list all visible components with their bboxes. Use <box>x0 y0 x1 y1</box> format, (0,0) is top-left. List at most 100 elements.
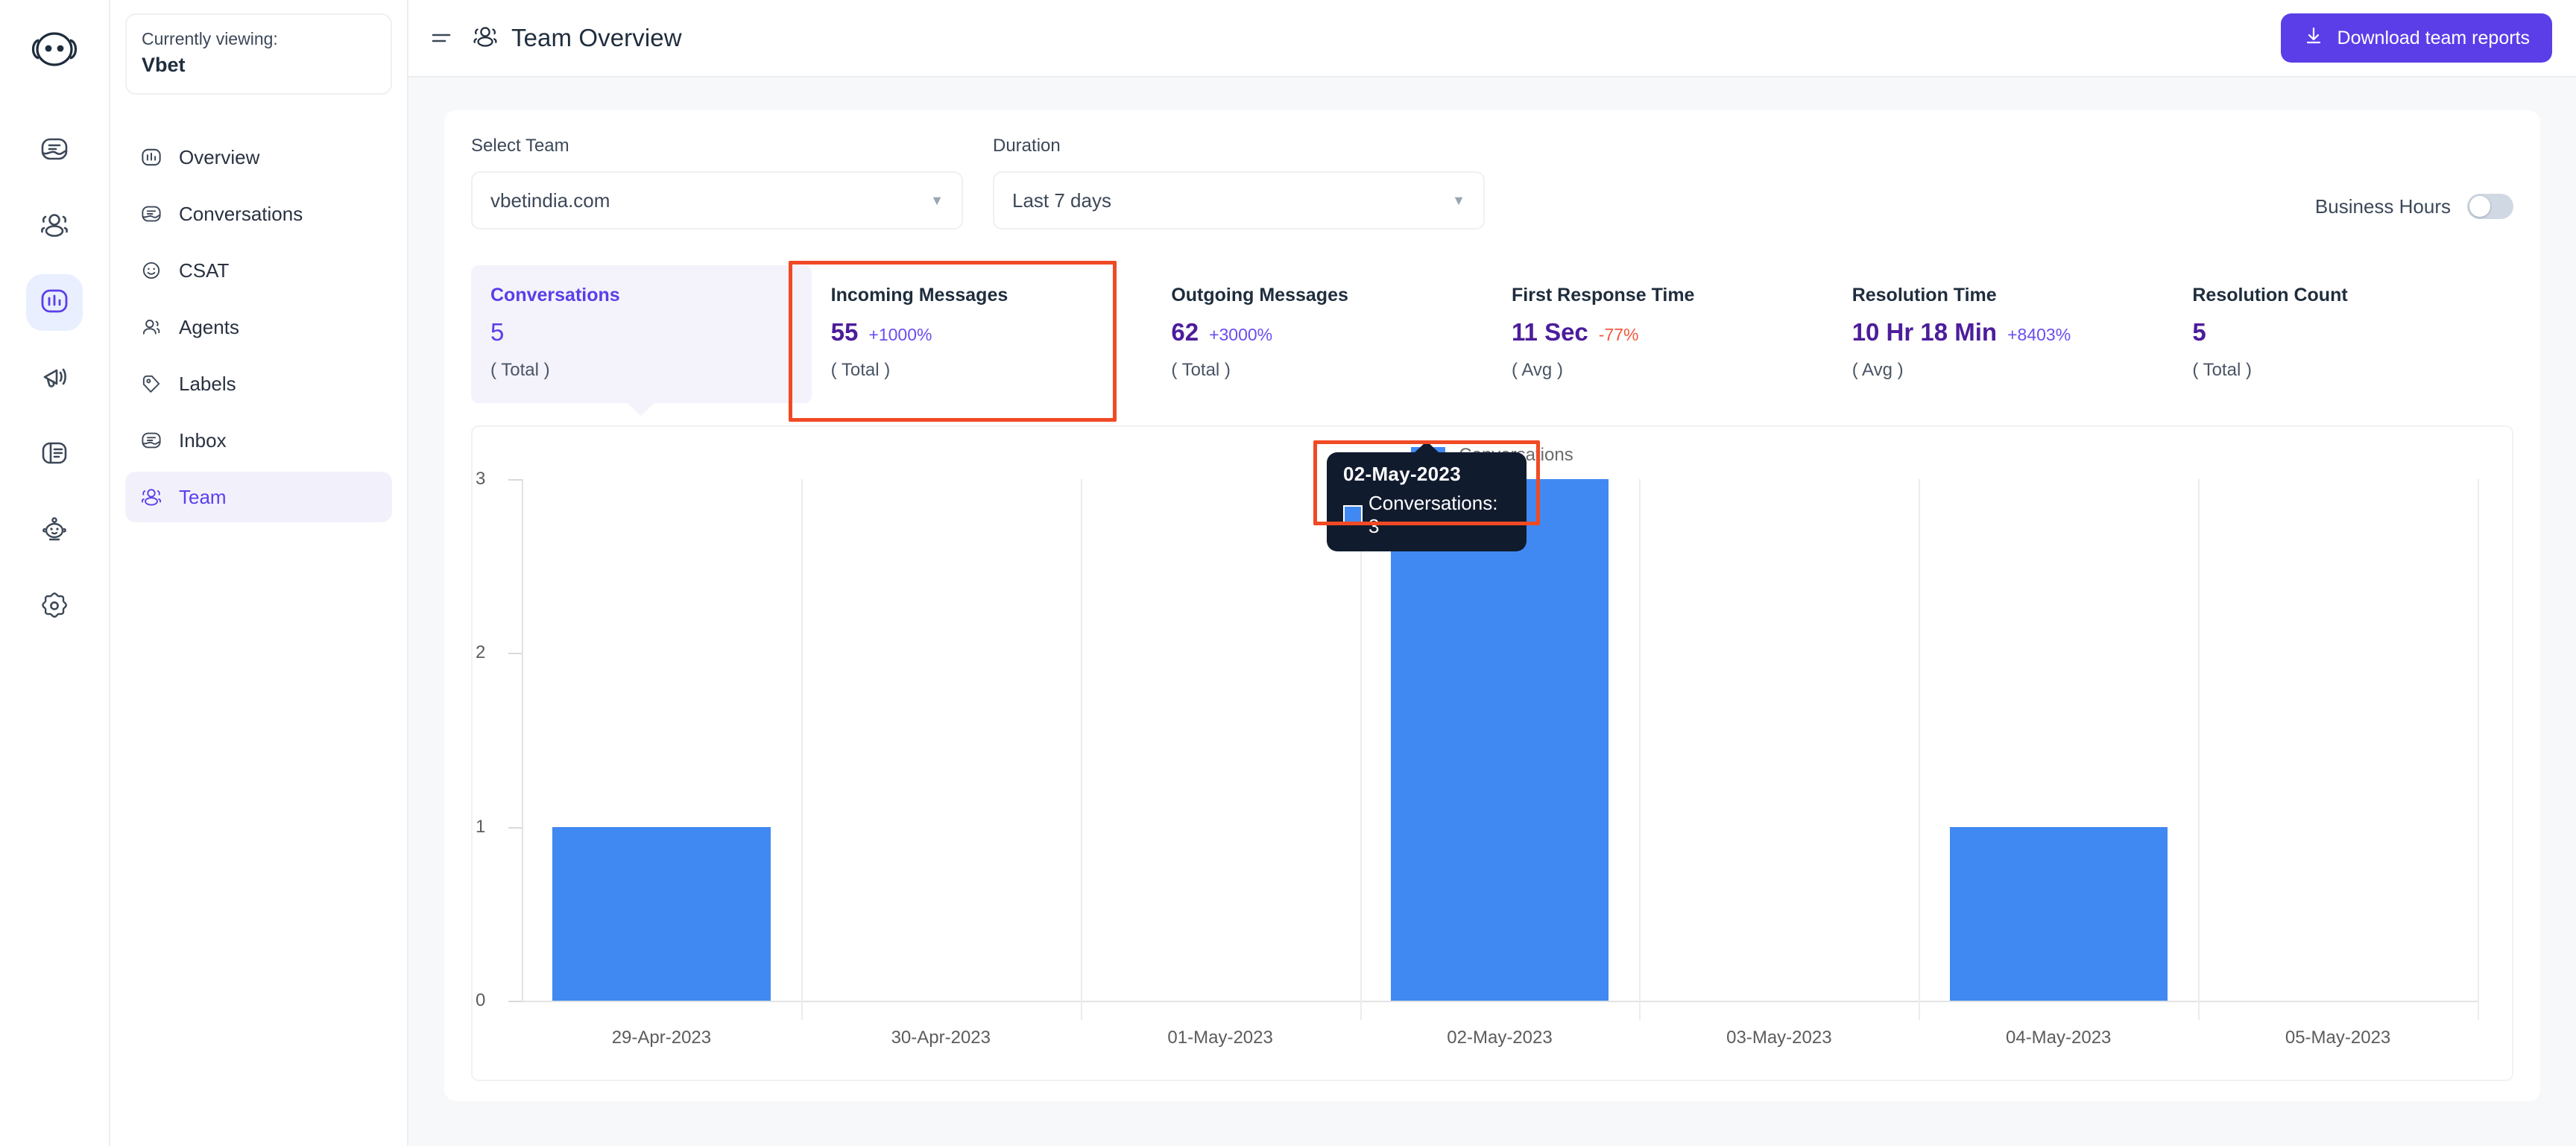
chart-x-label: 03-May-2023 <box>1726 1028 1832 1048</box>
people-group-icon <box>471 22 499 54</box>
download-icon <box>2303 25 2324 51</box>
chart-y-tick <box>508 826 522 829</box>
chart-y-tick <box>508 653 522 655</box>
chart-y-label: 0 <box>476 990 486 1010</box>
duration-group: Duration Last 7 days ▼ <box>993 136 1485 229</box>
metric-value: 62 <box>1171 318 1199 346</box>
chart-gridline <box>2198 479 2200 1020</box>
chart-x-label: 29-Apr-2023 <box>611 1028 712 1048</box>
rail-item-reports[interactable] <box>26 274 83 331</box>
duration-dropdown[interactable]: Last 7 days ▼ <box>993 171 1485 229</box>
chart-y-tick <box>508 1001 522 1002</box>
chart-bar[interactable] <box>1949 826 2168 1001</box>
select-team-label: Select Team <box>471 136 569 156</box>
metric-value: 11 Sec <box>1512 318 1588 346</box>
download-team-reports-button[interactable]: Download team reports <box>2280 13 2552 63</box>
selected-metric-pointer <box>627 402 656 416</box>
sidebar-item-csat[interactable]: CSAT <box>125 245 392 296</box>
sidebar-item-label: CSAT <box>179 259 230 282</box>
chart-x-label: 02-May-2023 <box>1447 1028 1553 1048</box>
metric-card-incoming-messages[interactable]: Incoming Messages 55 +1000% ( Total ) <box>812 265 1152 403</box>
chart-gridline <box>1080 479 1082 1020</box>
chart-bar[interactable] <box>552 826 771 1001</box>
top-bar: Team Overview Download team reports <box>408 0 2576 77</box>
metric-delta: -77% <box>1598 325 1639 344</box>
tooltip-series-label: Conversations: 3 <box>1368 492 1498 537</box>
metric-title: Conversations <box>490 285 620 306</box>
tooltip-title: 02-May-2023 <box>1343 463 1461 485</box>
metric-card-first-response-time[interactable]: First Response Time 11 Sec -77% ( Avg ) <box>1492 265 1833 403</box>
metric-card-outgoing-messages[interactable]: Outgoing Messages 62 +3000% ( Total ) <box>1152 265 1492 403</box>
metric-delta: +8403% <box>2007 325 2071 344</box>
chart-gridline <box>801 479 803 1020</box>
bar-chart-icon <box>139 145 164 170</box>
metric-title: Resolution Count <box>2192 285 2348 306</box>
metric-card-resolution-count[interactable]: Resolution Count 5 ( Total ) <box>2173 265 2513 403</box>
app-root: Currently viewing: Vbet Overview Convers… <box>0 0 2576 1146</box>
metric-subtitle: ( Total ) <box>830 360 891 380</box>
rail-item-campaigns[interactable] <box>26 350 83 407</box>
chart-y-label: 1 <box>476 816 486 837</box>
metric-subtitle: ( Avg ) <box>1852 360 1904 380</box>
chart-y-label: 2 <box>476 642 486 663</box>
metric-card-conversations[interactable]: Conversations 5 ( Total ) <box>471 265 812 416</box>
metric-subtitle: ( Total ) <box>2192 360 2252 380</box>
business-hours-toggle[interactable] <box>2467 194 2513 219</box>
chart-y-axis <box>522 479 523 1001</box>
chevron-down-icon: ▼ <box>1452 192 1465 208</box>
sidebar-item-team[interactable]: Team <box>125 472 392 523</box>
select-team-value: vbetindia.com <box>490 189 610 212</box>
reports-sidebar: Currently viewing: Vbet Overview Convers… <box>110 0 408 1146</box>
megaphone-icon <box>38 361 71 397</box>
metric-subtitle: ( Total ) <box>490 360 550 380</box>
sidebar-item-label: Labels <box>179 372 236 395</box>
metrics-row: Conversations 5 ( Total ) Incoming Messa… <box>444 261 2540 422</box>
metric-value-row: 5 <box>2192 318 2494 346</box>
chart-gridline <box>1919 479 1921 1020</box>
sidebar-item-overview[interactable]: Overview <box>125 132 392 183</box>
metric-title: Resolution Time <box>1852 285 1997 306</box>
sidebar-item-conversations[interactable]: Conversations <box>125 189 392 239</box>
duration-value: Last 7 days <box>1012 189 1111 212</box>
chart-x-axis <box>522 1001 2478 1002</box>
metric-card-resolution-time[interactable]: Resolution Time 10 Hr 18 Min +8403% ( Av… <box>1833 265 2174 403</box>
sidebar-item-labels[interactable]: Labels <box>125 358 392 409</box>
tooltip-series-row: Conversations: 3 <box>1343 492 1510 538</box>
hamburger-icon[interactable] <box>429 25 456 51</box>
chart-bar[interactable] <box>1390 479 1609 1001</box>
book-panel-icon <box>38 437 71 473</box>
person-icon <box>139 314 164 340</box>
rail-item-contacts[interactable] <box>26 198 83 255</box>
chatwoot-logo-icon[interactable] <box>28 22 81 76</box>
tooltip-arrow <box>1414 441 1439 453</box>
business-hours-label: Business Hours <box>2314 194 2451 218</box>
business-hours-group: Business Hours <box>2315 194 2513 229</box>
metric-value-row: 62 +3000% <box>1171 318 1473 346</box>
chart-y-tick <box>508 479 522 481</box>
filters-row: Select Team vbetindia.com ▼ Duration Las… <box>444 136 2540 229</box>
report-panel: Select Team vbetindia.com ▼ Duration Las… <box>444 110 2540 1101</box>
sidebar-item-label: Overview <box>179 145 260 168</box>
rail-item-conversations[interactable] <box>26 122 83 179</box>
currently-viewing-card[interactable]: Currently viewing: Vbet <box>125 13 392 95</box>
chat-bubble-icon <box>139 201 164 227</box>
chart-x-label: 01-May-2023 <box>1167 1028 1273 1048</box>
sidebar-item-inbox[interactable]: Inbox <box>125 415 392 466</box>
rail-item-help-center[interactable] <box>26 426 83 483</box>
currently-viewing-label: Currently viewing: <box>142 29 278 48</box>
duration-label: Duration <box>993 136 1061 156</box>
chart-gridline <box>2478 479 2479 1020</box>
rail-item-bots[interactable] <box>26 502 83 559</box>
metric-value-row: 55 +1000% <box>831 318 1133 346</box>
sidebar-item-agents[interactable]: Agents <box>125 302 392 352</box>
sidebar-item-label: Conversations <box>179 202 303 225</box>
select-team-dropdown[interactable]: vbetindia.com ▼ <box>471 171 963 229</box>
metric-value: 5 <box>490 318 505 346</box>
inbox-icon <box>139 428 164 453</box>
metric-title: Outgoing Messages <box>1171 285 1348 306</box>
metric-value-row: 10 Hr 18 Min +8403% <box>1852 318 2154 346</box>
rail-item-settings[interactable] <box>26 578 83 635</box>
metric-delta: +3000% <box>1209 325 1273 344</box>
people-group-icon <box>139 484 164 510</box>
metric-title: Incoming Messages <box>830 285 1008 306</box>
